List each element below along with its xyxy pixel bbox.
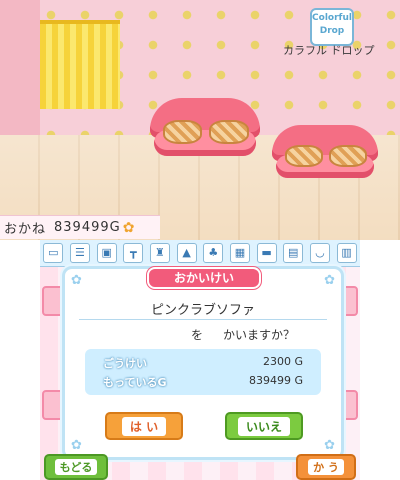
owned-label: もっているG xyxy=(103,376,167,389)
drawer-icon[interactable]: ☰ xyxy=(69,243,90,263)
bed-icon[interactable]: ▭ xyxy=(43,243,64,263)
owned-value: 839499 G xyxy=(248,374,303,387)
purchase-dialog: おかいけい ✿ ✿ ✿ ✿ ピンクラブソファ を かいますか？ ごうけい 230… xyxy=(62,266,344,460)
money-label: おかね xyxy=(4,222,47,237)
paw-icon: ✿ xyxy=(71,438,82,453)
total-label: ごうけい xyxy=(103,357,147,370)
lamp-icon[interactable]: ▲ xyxy=(176,243,197,263)
shelf-icon[interactable]: ▤ xyxy=(283,243,304,263)
total-value: 2300 G xyxy=(262,355,303,368)
money-display: おかね 839499G ✿ xyxy=(0,215,160,239)
plant-icon[interactable]: ♣ xyxy=(203,243,224,263)
pink-sofa-right xyxy=(272,125,378,191)
game-subtitle: カラフル ドロップ xyxy=(283,44,375,57)
bottom-screen: ▭ ☰ ▣ ┳ ♜ ▲ ♣ ▦ ▬ ▤ ◡ ▥ おかいけい ✿ ✿ ✿ ✿ ピン… xyxy=(40,240,360,480)
category-toolbar: ▭ ☰ ▣ ┳ ♜ ▲ ♣ ▦ ▬ ▤ ◡ ▥ xyxy=(40,240,360,267)
paw-icon: ✿ xyxy=(324,273,335,288)
pink-sofa-left xyxy=(150,98,260,170)
paw-icon: ✿ xyxy=(122,219,136,236)
side-tab-left-2[interactable] xyxy=(42,390,64,420)
back-button[interactable]: もどる xyxy=(44,454,108,480)
total-row: ごうけい 2300 G xyxy=(85,355,321,375)
paw-icon: ✿ xyxy=(71,273,82,288)
yes-button[interactable]: は い xyxy=(105,412,183,440)
divider xyxy=(79,319,327,320)
chair-icon[interactable]: ♜ xyxy=(149,243,170,263)
top-screen: Colorful Drop カラフル ドロップ おかね 839499G ✿ xyxy=(0,0,400,240)
dialog-title: おかいけい xyxy=(147,267,261,289)
bath-icon[interactable]: ◡ xyxy=(309,243,330,263)
item-name: ピンクラブソファ xyxy=(150,303,255,318)
box-icon[interactable]: ▣ xyxy=(96,243,117,263)
grid-icon[interactable]: ▥ xyxy=(336,243,357,263)
paw-icon: ✿ xyxy=(324,438,335,453)
side-tab-left-1[interactable] xyxy=(42,286,64,316)
rug-icon[interactable]: ▬ xyxy=(256,243,277,263)
yellow-curtain xyxy=(40,20,120,109)
buy-button[interactable]: か う xyxy=(296,454,356,480)
owned-row: もっているG 839499 G xyxy=(85,374,321,394)
window-icon[interactable]: ▦ xyxy=(229,243,250,263)
table-icon[interactable]: ┳ xyxy=(123,243,144,263)
money-value: 839499G xyxy=(54,220,121,235)
no-button[interactable]: いいえ xyxy=(225,412,303,440)
price-info-box: ごうけい 2300 G もっているG 839499 G xyxy=(85,349,321,395)
game-logo: Colorful Drop xyxy=(310,8,354,46)
